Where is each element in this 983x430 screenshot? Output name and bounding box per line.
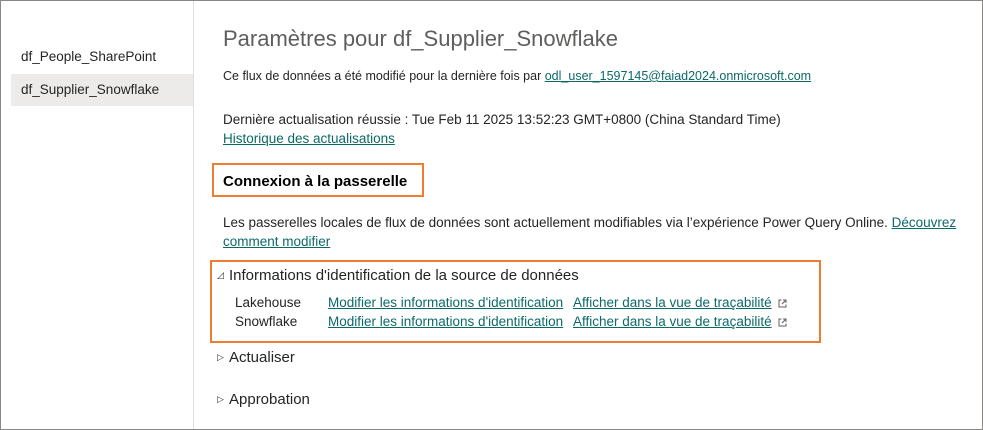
expanded-triangle-icon: ◿ [217, 270, 224, 280]
external-link-icon [778, 299, 787, 308]
refresh-history-link[interactable]: Historique des actualisations [223, 131, 395, 146]
collapsed-triangle-icon: ▷ [217, 352, 224, 362]
credentials-section-title: Informations d'identification de la sour… [229, 267, 579, 284]
refresh-section-title: Actualiser [229, 349, 295, 366]
collapsed-triangle-icon: ▷ [217, 394, 224, 404]
view-lineage-link[interactable]: Afficher dans la vue de traçabilité [573, 295, 772, 310]
sidebar-item-df-supplier-snowflake[interactable]: df_Supplier_Snowflake [11, 74, 193, 106]
sidebar-item-df-people-sharepoint[interactable]: df_People_SharePoint [11, 41, 193, 73]
credential-row-lakehouse: Lakehouse Modifier les informations d'ide… [235, 295, 787, 313]
last-refresh-text: Dernière actualisation réussie : Tue Feb… [223, 112, 781, 127]
modified-info: Ce flux de données a été modifié pour la… [223, 69, 811, 83]
refresh-section-header[interactable]: ▷ Actualiser [217, 349, 295, 366]
view-lineage-link[interactable]: Afficher dans la vue de traçabilité [573, 314, 772, 329]
approval-section-title: Approbation [229, 391, 310, 408]
external-link-icon [778, 318, 787, 327]
credentials-section-header[interactable]: ◿ Informations d'identification de la sou… [217, 267, 579, 284]
edit-credentials-link[interactable]: Modifier les informations d'identificati… [328, 314, 563, 329]
page-title: Paramètres pour df_Supplier_Snowflake [223, 26, 619, 51]
settings-main: Paramètres pour df_Supplier_Snowflake Ce… [210, 1, 978, 429]
gateway-description-text: Les passerelles locales de flux de donné… [223, 215, 892, 230]
edit-credentials-link[interactable]: Modifier les informations d'identificati… [328, 295, 563, 310]
modified-by-link[interactable]: odl_user_1597145@faiad2024.onmicrosoft.c… [545, 69, 811, 83]
gateway-description: Les passerelles locales de flux de donné… [223, 213, 973, 251]
credential-row-snowflake: Snowflake Modifier les informations d'ide… [235, 314, 787, 332]
approval-section-header[interactable]: ▷ Approbation [217, 391, 310, 408]
gateway-section-title: Connexion à la passerelle [223, 173, 408, 190]
modified-info-text: Ce flux de données a été modifié pour la… [223, 69, 545, 83]
credential-source-name: Lakehouse [235, 295, 302, 310]
settings-window: df_People_SharePoint df_Supplier_Snowfla… [0, 0, 983, 430]
credential-source-name: Snowflake [235, 314, 298, 329]
dataflow-sidebar: df_People_SharePoint df_Supplier_Snowfla… [1, 1, 194, 429]
